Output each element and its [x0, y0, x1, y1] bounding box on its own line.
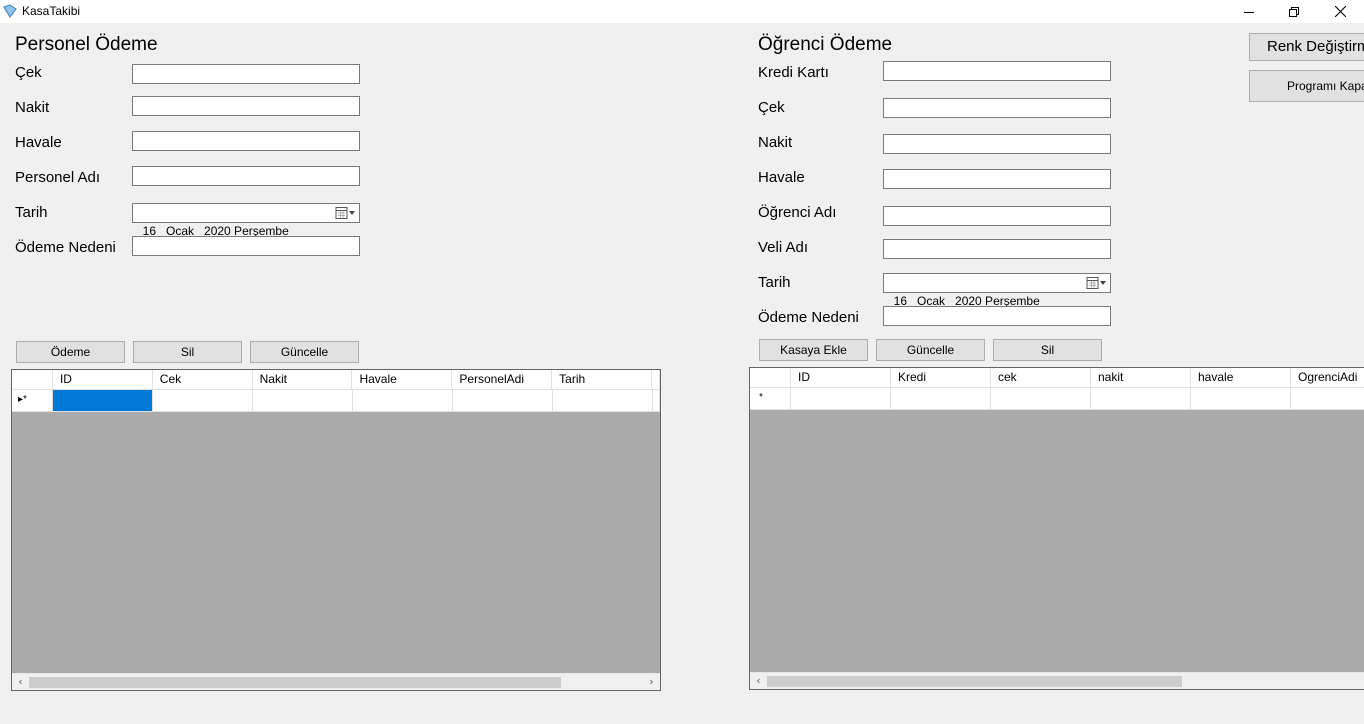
new-row[interactable]: ▸* — [12, 390, 660, 412]
ogrenci-data-grid[interactable]: ID Kredi cek nakit havale OgrenciAdi * ‹ — [749, 367, 1364, 690]
personel-havale-input[interactable] — [132, 131, 360, 151]
ogrenci-date-picker[interactable]: 16 Ocak 2020 Perşembe — [883, 273, 1111, 308]
personel-date-picker[interactable]: 16 Ocak 2020 Perşembe — [132, 203, 360, 238]
personel-cek-label: Çek — [15, 64, 42, 81]
row-header[interactable]: * — [750, 388, 791, 410]
minimize-button[interactable] — [1226, 0, 1272, 23]
ogrenci-odeme-nedeni-label: Ödeme Nedeni — [758, 309, 859, 326]
personel-guncelle-button[interactable]: Güncelle — [250, 341, 359, 363]
personel-adi-label: Personel Adı — [15, 169, 101, 186]
row-header-corner — [12, 370, 53, 390]
ogrenci-cek-input[interactable] — [883, 98, 1111, 118]
column-header[interactable]: ID — [791, 368, 891, 388]
grid-cell[interactable] — [653, 390, 660, 412]
grid-cell[interactable] — [891, 388, 991, 410]
restore-icon — [1289, 6, 1299, 17]
personel-odeme-button[interactable]: Ödeme — [16, 341, 125, 363]
column-header[interactable]: Havale — [352, 370, 453, 390]
row-header-corner — [750, 368, 791, 388]
row-header[interactable]: ▸* — [12, 390, 53, 412]
column-header-filler — [652, 370, 660, 390]
scroll-right-icon[interactable]: › — [643, 674, 660, 690]
column-header[interactable]: Tarih — [552, 370, 652, 390]
personel-odeme-nedeni-input[interactable] — [132, 236, 360, 256]
grid-cell[interactable] — [1291, 388, 1364, 410]
grid-cell[interactable] — [553, 390, 653, 412]
title-bar: KasaTakibi — [0, 0, 1364, 23]
ogrenci-nakit-label: Nakit — [758, 134, 793, 151]
ogrenci-odeme-nedeni-input[interactable] — [883, 306, 1111, 326]
ogrenci-kredi-karti-input[interactable] — [883, 61, 1111, 81]
grid-cell[interactable] — [353, 390, 453, 412]
app-icon — [3, 4, 17, 18]
personel-tarih-label: Tarih — [15, 204, 48, 221]
window-title: KasaTakibi — [22, 4, 81, 18]
personel-nakit-label: Nakit — [15, 99, 50, 116]
ogrenci-veli-adi-label: Veli Adı — [758, 239, 809, 256]
scrollbar-thumb[interactable] — [29, 677, 561, 688]
ogrenci-adi-input[interactable] — [883, 206, 1111, 226]
scroll-left-icon[interactable]: ‹ — [12, 674, 29, 690]
column-header[interactable]: nakit — [1091, 368, 1191, 388]
personel-sil-button[interactable]: Sil — [133, 341, 242, 363]
ogrenci-heading: Öğrenci Ödeme — [758, 34, 893, 55]
grid-cell[interactable] — [791, 388, 891, 410]
column-header[interactable]: Kredi — [891, 368, 991, 388]
ogrenci-grid-header: ID Kredi cek nakit havale OgrenciAdi — [750, 368, 1364, 388]
grid-cell[interactable] — [991, 388, 1091, 410]
ogrenci-havale-label: Havale — [758, 169, 805, 186]
scrollbar-thumb[interactable] — [767, 676, 1182, 687]
personel-data-grid[interactable]: ID Cek Nakit Havale PersonelAdi Tarih ▸*… — [11, 369, 661, 691]
renk-degistir-button[interactable]: Renk Değiştirme — [1249, 33, 1364, 61]
ogrenci-havale-input[interactable] — [883, 169, 1111, 189]
grid-cell[interactable] — [153, 390, 253, 412]
personel-cek-input[interactable] — [132, 64, 360, 84]
personel-heading: Personel Ödeme — [15, 34, 158, 55]
close-icon — [1334, 6, 1346, 17]
grid-cell[interactable] — [253, 390, 353, 412]
ogrenci-cek-label: Çek — [758, 99, 785, 116]
personel-havale-label: Havale — [15, 134, 62, 151]
programi-kapat-button[interactable]: Programı Kapat — [1249, 70, 1364, 102]
new-row[interactable]: * — [750, 388, 1364, 410]
close-button[interactable] — [1317, 0, 1363, 23]
ogrenci-veli-adi-input[interactable] — [883, 239, 1111, 259]
column-header[interactable]: havale — [1191, 368, 1291, 388]
ogrenci-adi-label: Öğrenci Adı — [758, 204, 837, 221]
selected-cell[interactable] — [53, 390, 153, 412]
ogrenci-sil-button[interactable]: Sil — [993, 339, 1102, 361]
personel-nakit-input[interactable] — [132, 96, 360, 116]
kasaya-ekle-button[interactable]: Kasaya Ekle — [759, 339, 868, 361]
ogrenci-kredi-karti-label: Kredi Kartı — [758, 64, 829, 81]
ogrenci-nakit-input[interactable] — [883, 134, 1111, 154]
personel-grid-header: ID Cek Nakit Havale PersonelAdi Tarih — [12, 370, 660, 390]
personel-odeme-nedeni-label: Ödeme Nedeni — [15, 239, 116, 256]
calendar-dropdown-icon[interactable] — [335, 206, 357, 220]
column-header[interactable]: cek — [991, 368, 1091, 388]
minimize-icon — [1244, 11, 1254, 13]
grid-cell[interactable] — [1191, 388, 1291, 410]
calendar-dropdown-icon[interactable] — [1086, 276, 1108, 290]
scroll-left-icon[interactable]: ‹ — [750, 673, 767, 689]
personel-adi-input[interactable] — [132, 166, 360, 186]
column-header[interactable]: Cek — [153, 370, 253, 390]
grid-cell[interactable] — [1091, 388, 1191, 410]
column-header[interactable]: Nakit — [253, 370, 353, 390]
ogrenci-horizontal-scrollbar[interactable]: ‹ — [750, 672, 1364, 689]
grid-cell[interactable] — [453, 390, 553, 412]
column-header[interactable]: ID — [53, 370, 153, 390]
restore-button[interactable] — [1271, 0, 1317, 23]
column-header[interactable]: OgrenciAdi — [1291, 368, 1364, 388]
personel-horizontal-scrollbar[interactable]: ‹ › — [12, 673, 660, 690]
ogrenci-tarih-label: Tarih — [758, 274, 791, 291]
column-header[interactable]: PersonelAdi — [452, 370, 553, 390]
ogrenci-guncelle-button[interactable]: Güncelle — [876, 339, 985, 361]
